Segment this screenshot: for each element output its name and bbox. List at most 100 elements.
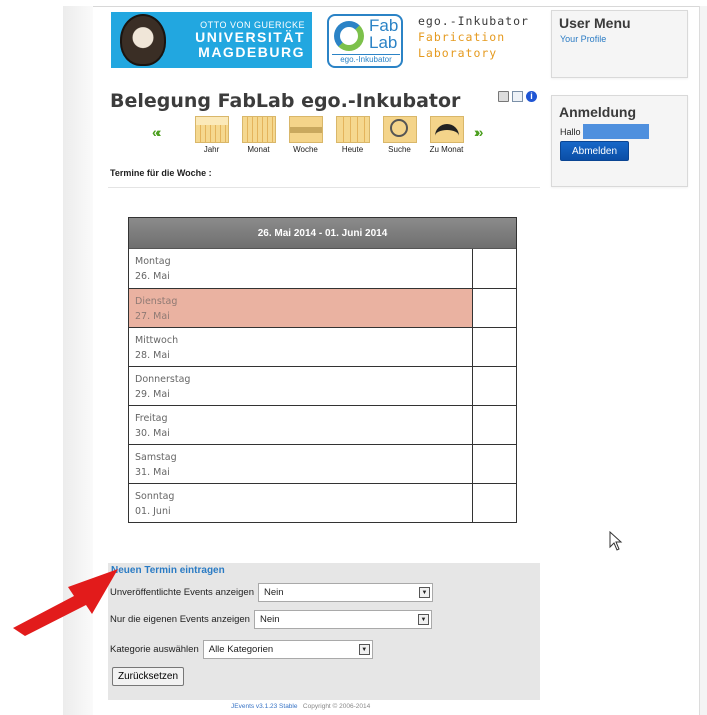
week-day-row: Freitag 30. Mai [129,405,516,444]
next-arrows-icon[interactable]: ›» [474,124,510,140]
info-icon[interactable]: i [526,91,537,102]
unpublished-value: Nein [264,587,284,598]
day-name: Donnerstag [135,374,191,385]
category-label: Kategorie auswählen [110,644,199,655]
filter-unpublished: Unveröffentlichte Events anzeigen Nein ▼ [110,583,433,602]
own-only-label: Nur die eigenen Events anzeigen [110,614,250,625]
week-extra-cell [473,289,516,327]
week-extra-cell [473,406,516,444]
day-name: Montag [135,256,171,267]
nav-search[interactable]: Suche [376,116,423,154]
nav-today-label: Heute [341,145,364,154]
nav-week[interactable]: Woche [282,116,329,154]
day-date: 29. Mai [135,389,170,400]
ego-logo-line3: Laboratory [418,46,498,60]
week-extra-cell [473,484,516,522]
week-day-row: Mittwoch 28. Mai [129,327,516,366]
week-day-row: Montag 26. Mai [129,249,516,288]
page-actions: i [498,91,537,102]
fablab-logo[interactable]: Fab Lab ego.-Inkubator [327,14,403,68]
login-module: Anmeldung Hallo Abmelden [551,95,688,187]
week-day-cell[interactable]: Sonntag 01. Juni [129,484,473,522]
day-name: Dienstag [135,296,178,307]
week-day-cell[interactable]: Freitag 30. Mai [129,406,473,444]
mouse-cursor-icon [609,531,623,551]
university-logo[interactable]: OTTO VON GUERICKE UNIVERSITÄT MAGDEBURG [111,12,312,68]
uni-logo-line2: UNIVERSITÄT [195,29,305,45]
redacted-username [582,124,649,139]
week-day-cell[interactable]: Montag 26. Mai [129,249,473,288]
day-date: 31. Mai [135,467,170,478]
uni-logo-line3: MAGDEBURG [198,44,305,60]
category-value: Alle Kategorien [208,644,274,655]
week-day-cell[interactable]: Donnerstag 29. Mai [129,367,473,405]
filter-own-only: Nur die eigenen Events anzeigen Nein ▼ [110,610,432,629]
week-calendar-icon [288,116,323,143]
fablab-logo-lab: Lab [369,33,398,52]
day-date: 01. Juni [135,506,171,517]
portrait-icon [111,12,175,68]
nav-year-label: Jahr [203,145,220,154]
user-menu-title: User Menu [559,15,631,31]
chevron-down-icon: ▼ [358,644,370,655]
fablab-logo-sub: ego.-Inkubator [332,54,400,64]
reset-button[interactable]: Zurücksetzen [112,667,185,686]
fablab-logo-fab: Fab [369,16,399,35]
ego-logo-line2: Fabrication [418,30,506,44]
greeting-label: Hallo [560,126,581,137]
page-scrollbar[interactable] [699,6,707,715]
greeting: Hallo [552,120,687,139]
filter-panel: Neuen Termin eintragen Unveröffentlichte… [108,563,540,700]
week-day-row: Donnerstag 29. Mai [129,366,516,405]
search-icon [382,116,417,143]
nav-week-label: Woche [293,145,318,154]
day-date: 28. Mai [135,350,170,361]
jevents-version-link[interactable]: JEvents v3.1.23 Stable [231,703,298,710]
login-title: Anmeldung [559,104,636,120]
your-profile-link[interactable]: Your Profile [552,31,687,44]
top-rule [63,6,707,7]
week-extra-cell [473,249,516,288]
unpublished-select[interactable]: Nein ▼ [258,583,433,602]
calendar-nav: «‹ Jahr Monat Woche Heute Suche Zu Monat… [152,116,510,154]
day-name: Freitag [135,413,168,424]
unpublished-label: Unveröffentlichte Events anzeigen [110,587,254,598]
own-only-value: Nein [259,614,280,625]
nav-jump-to-month[interactable]: Zu Monat [423,116,470,154]
week-day-row: Sonntag 01. Juni [129,483,516,522]
week-table: 26. Mai 2014 - 01. Juni 2014 Montag 26. M… [128,217,517,523]
divider [108,187,540,188]
week-day-cell[interactable]: Samstag 31. Mai [129,445,473,483]
previous-arrows-icon[interactable]: «‹ [152,124,188,140]
own-only-select[interactable]: Nein ▼ [253,610,432,629]
nav-search-label: Suche [388,145,411,154]
day-date: 26. Mai [135,271,170,282]
category-select[interactable]: Alle Kategorien ▼ [202,640,373,659]
day-name: Mittwoch [135,335,179,346]
week-day-cell[interactable]: Mittwoch 28. Mai [129,328,473,366]
nav-year[interactable]: Jahr [188,116,235,154]
day-name: Samstag [135,452,177,463]
nav-month-label: Monat [247,145,270,154]
day-date: 30. Mai [135,428,170,439]
week-caption: Termine für die Woche : [110,168,212,178]
chevron-down-icon: ▼ [419,587,430,598]
printer-icon[interactable] [498,91,509,102]
week-range-header: 26. Mai 2014 - 01. Juni 2014 [129,218,516,249]
day-date: 27. Mai [135,311,170,322]
week-extra-cell [473,328,516,366]
week-extra-cell [473,445,516,483]
day-name: Sonntag [135,491,175,502]
nav-today[interactable]: Heute [329,116,376,154]
nav-month[interactable]: Monat [235,116,282,154]
ego-logo-line1: ego.-Inkubator [418,14,529,28]
week-day-cell[interactable]: Dienstag 27. Mai [129,289,473,327]
week-day-row: Dienstag 27. Mai [129,288,516,327]
year-calendar-icon [194,116,229,143]
new-event-link[interactable]: Neuen Termin eintragen [111,565,225,576]
email-icon[interactable] [512,91,523,102]
week-extra-cell [473,367,516,405]
today-calendar-icon [335,116,370,143]
month-calendar-icon [241,116,276,143]
logout-button[interactable]: Abmelden [560,141,630,161]
